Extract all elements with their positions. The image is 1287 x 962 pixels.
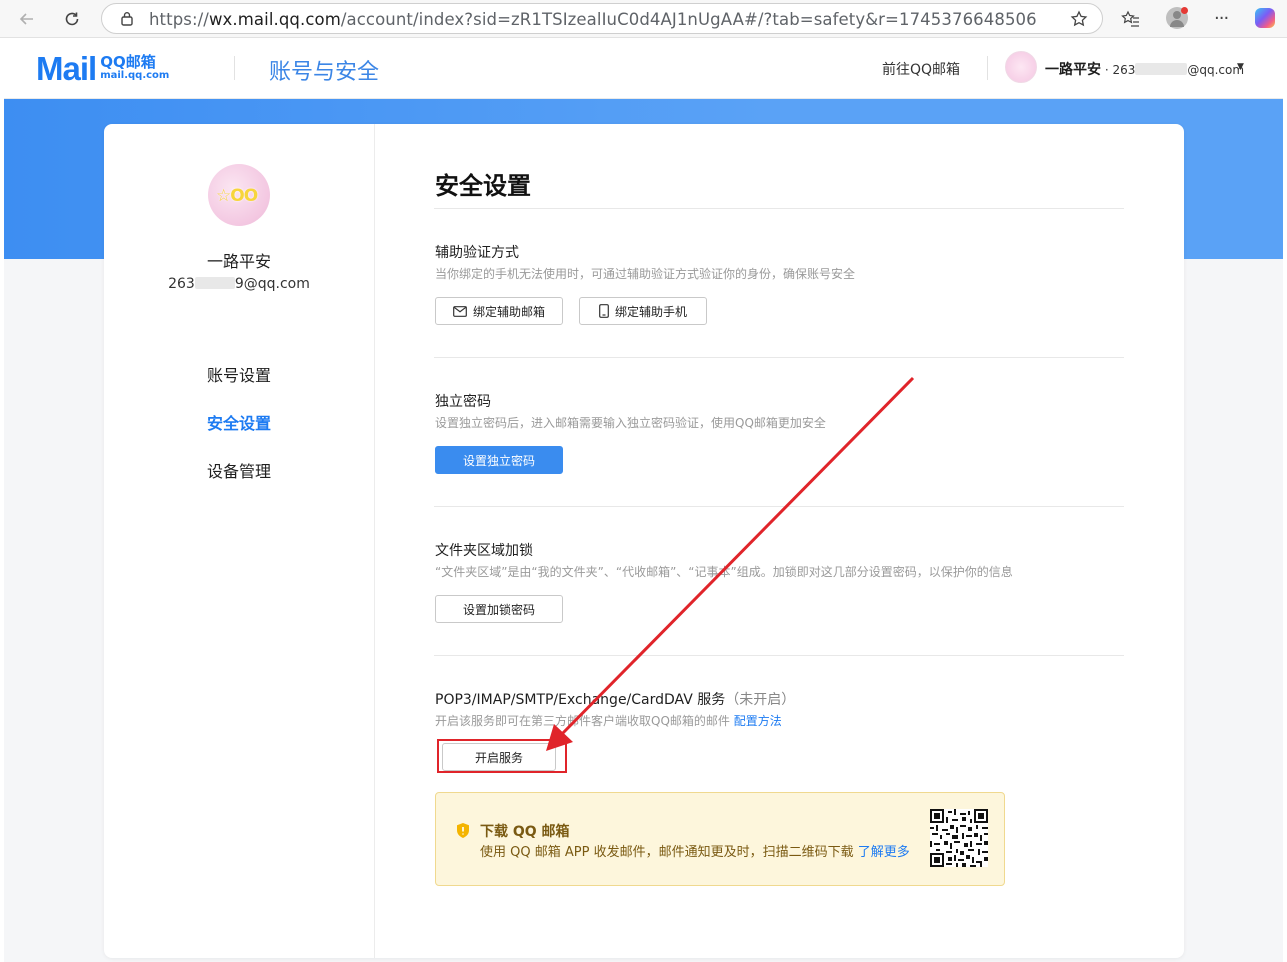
sidebar-user-email: 263 9@qq.com [168,276,310,292]
qr-code-image [930,809,988,867]
config-method-link[interactable]: 配置方法 [734,714,782,728]
sidebar-item-security[interactable]: 安全设置 [207,410,271,434]
avatar[interactable]: ☆OO [208,164,270,226]
aux-verify-desc: 当你绑定的手机无法使用时，可通过辅助验证方式验证你的身份，确保账号安全 [435,267,856,281]
mail-logo[interactable]: Mail QQ邮箱 mail.qq.com [36,52,169,85]
address-bar[interactable]: https://wx.mail.qq.com/account/index?sid… [101,3,1103,34]
independent-password-title: 独立密码 [435,394,491,410]
divider [434,506,1124,507]
star-icon[interactable] [1070,10,1088,28]
download-desc: 使用 QQ 邮箱 APP 收发邮件，邮件通知更及时，扫描二维码下载 了解更多 [480,845,910,860]
independent-password-desc: 设置独立密码后，进入邮箱需要输入独立密码验证，使用QQ邮箱更加安全 [435,416,826,430]
divider [434,208,1124,209]
redacted-block [1135,63,1188,75]
bind-aux-email-button[interactable]: 绑定辅助邮箱 [435,297,563,325]
browser-toolbar: https://wx.mail.qq.com/account/index?sid… [0,0,1287,38]
divider [434,655,1124,656]
settings-card: ☆OO 一路平安 263 9@qq.com 账号设置 安全设置 设备管理 安全设置… [104,124,1184,958]
header-divider [987,56,988,80]
divider [434,357,1124,358]
redacted-block [194,277,235,289]
header-user-menu[interactable]: 一路平安 · 263 @qq.com [1045,59,1244,79]
avatar-decoration: ☆OO [216,186,258,206]
reload-icon[interactable] [59,6,85,32]
page-title: 账号与安全 [269,60,380,85]
app-header: Mail QQ邮箱 mail.qq.com 账号与安全 前往QQ邮箱 一路平安 … [4,38,1283,99]
lock-icon[interactable] [120,11,134,26]
learn-more-link[interactable]: 了解更多 [858,845,910,860]
url-text[interactable]: https://wx.mail.qq.com/account/index?sid… [149,10,1037,29]
bind-aux-phone-button[interactable]: 绑定辅助手机 [579,297,707,325]
pop3-service-title: POP3/IMAP/SMTP/Exchange/CardDAV 服务（未开启） [435,692,796,708]
set-independent-password-button[interactable]: 设置独立密码 [435,446,563,474]
mail-icon [453,305,467,317]
sidebar-divider [374,124,375,958]
more-icon[interactable]: ··· [1214,8,1229,29]
download-title: 下载 QQ 邮箱 [480,824,570,840]
header-divider [234,56,235,80]
phone-icon [599,304,609,318]
shield-icon [457,823,469,838]
annotation-highlight-box [437,739,567,773]
download-app-banner: 下载 QQ 邮箱 使用 QQ 邮箱 APP 收发邮件，邮件通知更及时，扫描二维码… [435,792,1005,886]
sidebar-user-name: 一路平安 [206,252,271,271]
sidebar-item-account[interactable]: 账号设置 [207,362,271,386]
back-icon[interactable] [14,6,40,32]
goto-qqmail-link[interactable]: 前往QQ邮箱 [882,59,960,79]
favorites-icon[interactable] [1121,9,1141,29]
folder-lock-desc: “文件夹区域”是由“我的文件夹”、“代收邮箱”、“记事本”组成。加锁即对这几部分… [435,565,1013,579]
folder-lock-title: 文件夹区域加锁 [435,543,533,559]
copilot-icon[interactable] [1255,8,1275,28]
set-lock-password-button[interactable]: 设置加锁密码 [435,595,563,623]
caret-down-icon[interactable]: ▼ [1237,62,1244,72]
header-avatar[interactable] [1005,51,1037,83]
service-status: （未开启） [725,692,796,708]
sidebar-item-devices[interactable]: 设备管理 [207,458,271,482]
pop3-service-desc: 开启该服务即可在第三方邮件客户端收取QQ邮箱的邮件 配置方法 [435,714,782,728]
profile-icon[interactable] [1166,7,1188,29]
aux-verify-title: 辅助验证方式 [435,245,519,261]
section-heading: 安全设置 [435,172,531,200]
